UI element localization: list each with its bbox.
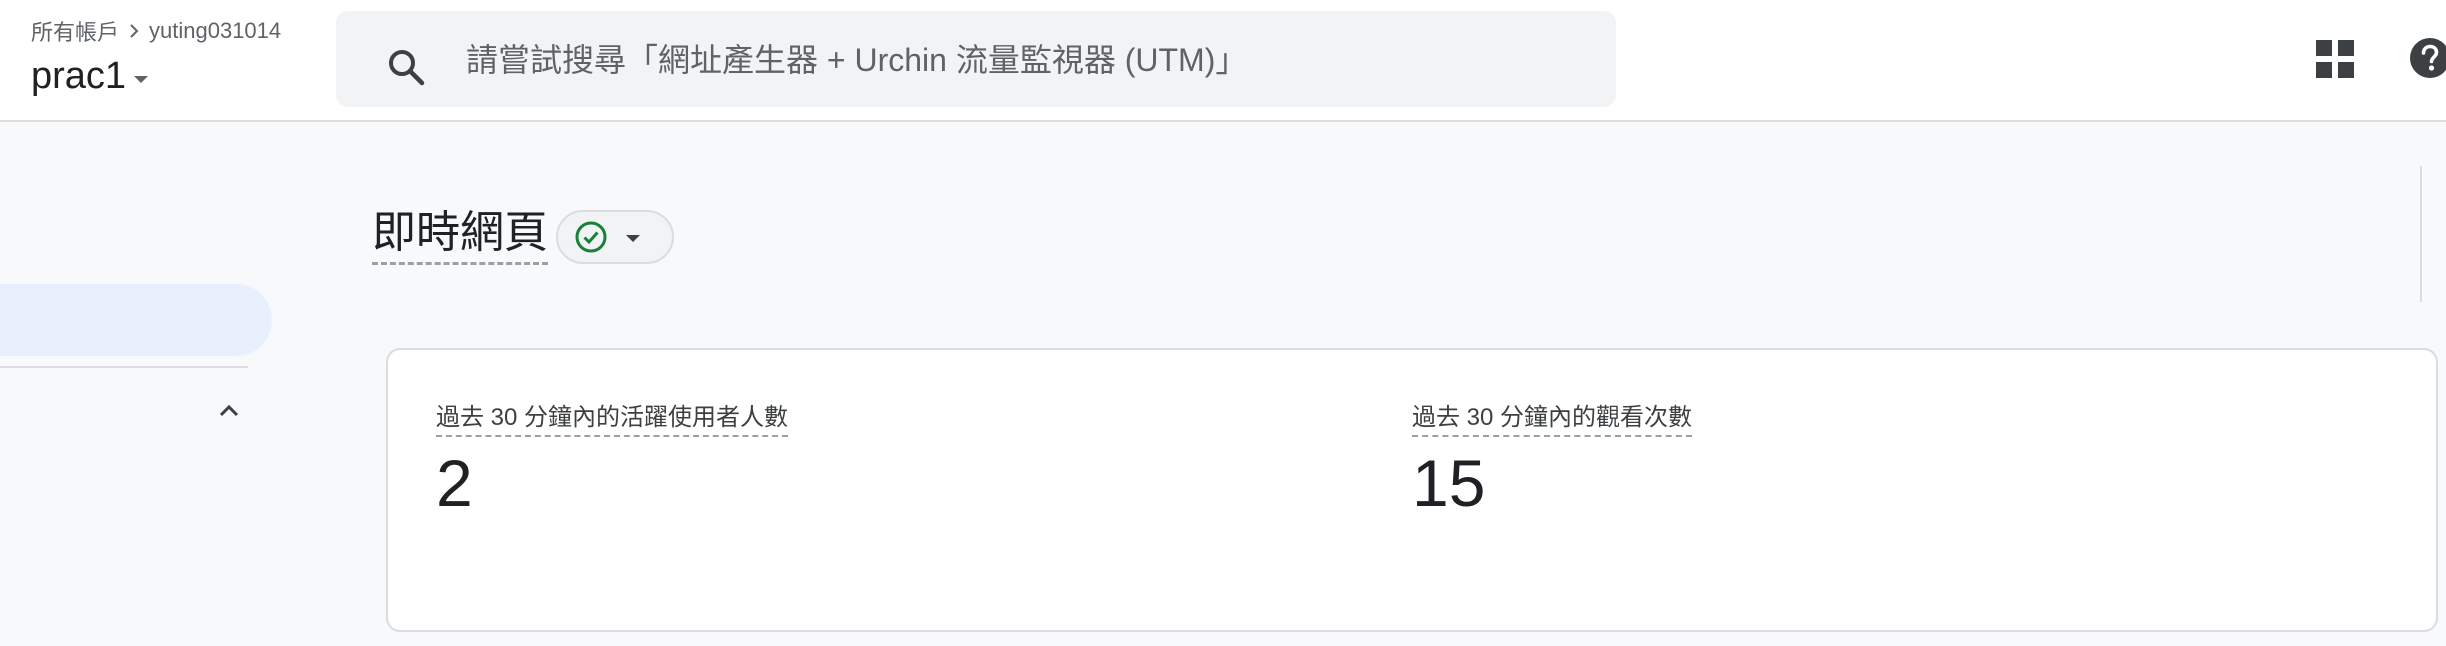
metric-value: 15	[1412, 446, 1486, 520]
breadcrumb-root[interactable]: 所有帳戶	[31, 15, 119, 47]
realtime-metrics-card: 過去 30 分鐘內的活躍使用者人數 2 過去 30 分鐘內的觀看次數 15	[386, 348, 2438, 632]
scrollbar[interactable]	[2420, 166, 2422, 302]
metric-active-users: 過去 30 分鐘內的活躍使用者人數 2	[436, 402, 789, 523]
metric-views: 過去 30 分鐘內的觀看次數 15	[1412, 402, 1693, 523]
metric-label[interactable]: 過去 30 分鐘內的活躍使用者人數	[436, 402, 789, 437]
page-title[interactable]: 即時網頁	[372, 204, 548, 265]
data-status-chip[interactable]	[556, 210, 674, 264]
apps-grid-icon[interactable]	[2316, 40, 2354, 78]
caret-down-icon	[626, 234, 640, 242]
search-bar[interactable]	[336, 11, 1616, 107]
search-input[interactable]	[464, 33, 1588, 87]
metric-value: 2	[436, 446, 473, 520]
property-name: prac1	[31, 54, 127, 97]
chevron-up-icon[interactable]	[214, 396, 244, 426]
chevron-right-icon	[130, 24, 139, 38]
metric-label[interactable]: 過去 30 分鐘內的觀看次數	[1412, 402, 1693, 437]
caret-down-icon	[134, 75, 149, 83]
sidebar-item-active[interactable]	[0, 284, 272, 356]
top-bar: 所有帳戶 yuting031014 prac1	[0, 0, 2446, 122]
property-selector[interactable]: prac1	[31, 50, 149, 102]
search-icon	[389, 50, 425, 86]
breadcrumb[interactable]: 所有帳戶 yuting031014	[31, 16, 281, 46]
sidebar-divider	[0, 366, 248, 368]
check-circle-icon	[575, 221, 607, 253]
help-icon[interactable]	[2408, 36, 2446, 80]
breadcrumb-account[interactable]: yuting031014	[149, 18, 281, 44]
